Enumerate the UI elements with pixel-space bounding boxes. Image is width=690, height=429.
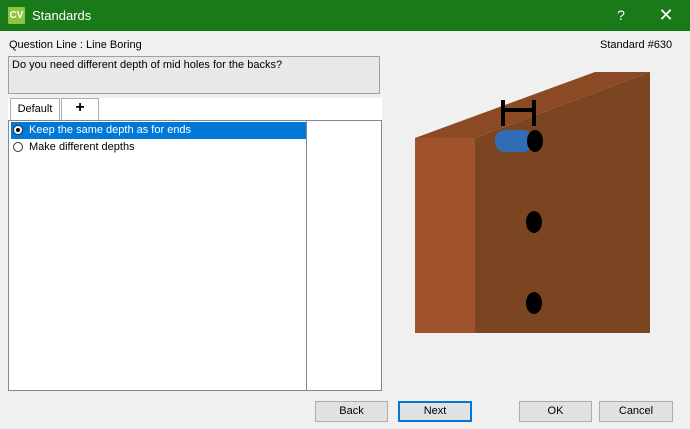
- tab-strip: Default +: [8, 98, 382, 120]
- option-label: Make different depths: [29, 141, 135, 153]
- add-tab-button[interactable]: +: [61, 98, 99, 120]
- option-keep-same-depth[interactable]: Keep the same depth as for ends: [11, 122, 306, 139]
- back-button[interactable]: Back: [315, 401, 388, 422]
- question-line-label: Question Line : Line Boring: [9, 39, 142, 51]
- standard-number-label: Standard #630: [600, 39, 673, 51]
- line-boring-illustration: [415, 72, 650, 333]
- next-button[interactable]: Next: [398, 401, 472, 422]
- options-list: Keep the same depth as for ends Make dif…: [8, 120, 382, 391]
- boring-hole-bottom-icon: [526, 292, 542, 314]
- options-list-pane: Keep the same depth as for ends Make dif…: [9, 121, 307, 390]
- option-label: Keep the same depth as for ends: [29, 124, 192, 136]
- option-make-different-depths[interactable]: Make different depths: [11, 139, 306, 156]
- radio-selected-icon[interactable]: [13, 125, 23, 135]
- radio-unselected-icon[interactable]: [13, 142, 23, 152]
- question-text-box: Do you need different depth of mid holes…: [8, 56, 380, 94]
- ok-button[interactable]: OK: [519, 401, 592, 422]
- title-bar: CV Standards ? ✕: [0, 0, 690, 31]
- window-title: Standards: [32, 8, 92, 23]
- panel-front-face: [415, 138, 475, 333]
- close-button[interactable]: ✕: [650, 0, 682, 31]
- app-icon: CV: [8, 7, 25, 24]
- boring-hole-top-icon: [527, 130, 543, 152]
- boring-hole-mid-icon: [526, 211, 542, 233]
- tab-default[interactable]: Default: [10, 98, 60, 120]
- help-button[interactable]: ?: [606, 0, 636, 31]
- cancel-button[interactable]: Cancel: [599, 401, 673, 422]
